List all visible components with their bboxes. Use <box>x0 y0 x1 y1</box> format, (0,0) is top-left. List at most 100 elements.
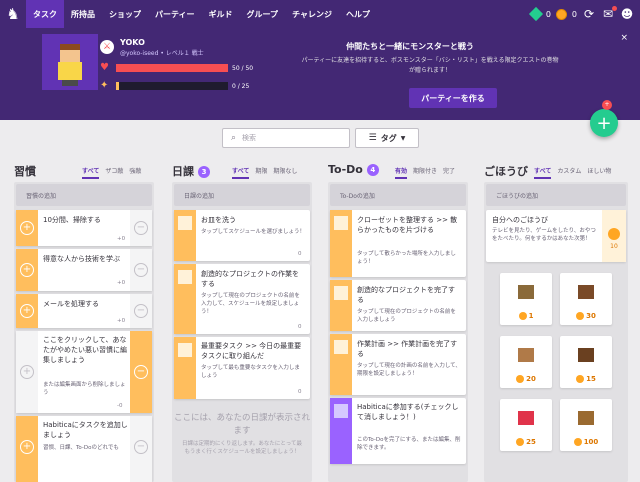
checkbox[interactable] <box>334 404 348 418</box>
create-party-button[interactable]: パーティーを作る <box>409 88 497 108</box>
add-reward-input[interactable]: ごほうびの追加 <box>486 184 626 206</box>
todo-card[interactable]: クローゼットを整理する >> 散らかったものを片づける タップして散らかった場所… <box>330 210 466 277</box>
habit-minus-area[interactable]: − <box>130 294 152 328</box>
todo-checkbox-area[interactable] <box>330 334 352 395</box>
nav-challenges[interactable]: チャレンジ <box>285 0 339 28</box>
minus-icon[interactable]: − <box>134 221 148 235</box>
gem-icon[interactable] <box>528 6 543 22</box>
habit-minus-area[interactable]: − <box>130 249 152 291</box>
add-todo-input[interactable]: To-Doの追加 <box>330 184 466 206</box>
habit-plus-area[interactable]: + <box>16 294 38 328</box>
plus-icon[interactable]: + <box>20 263 34 277</box>
tab-habits-strong[interactable]: 強敵 <box>129 166 141 179</box>
tab-rewards-wishlist[interactable]: ほしい物 <box>587 166 611 179</box>
tab-todos-done[interactable]: 完了 <box>443 166 455 179</box>
plus-icon[interactable]: + <box>20 365 34 379</box>
nav-guilds[interactable]: ギルド <box>202 0 240 28</box>
gold-icon <box>555 8 567 20</box>
habit-minus-area[interactable]: − <box>130 331 152 413</box>
checkbox[interactable] <box>178 216 192 230</box>
habit-card[interactable]: + − 10分間、掃除する +0 <box>16 210 152 246</box>
daily-checkbox-area[interactable] <box>174 264 196 334</box>
checkbox[interactable] <box>334 340 348 354</box>
close-banner-icon[interactable]: × <box>620 33 628 43</box>
plus-icon[interactable]: + <box>20 440 34 454</box>
treasure-chest-icon <box>578 411 594 425</box>
todo-checkbox-area[interactable] <box>330 280 352 331</box>
habit-minus-area[interactable]: − <box>130 416 152 482</box>
daily-card[interactable]: お皿を洗う タップしてスケジュールを選びましょう！ 0 <box>174 210 310 261</box>
minus-icon[interactable]: − <box>134 304 148 318</box>
checkbox[interactable] <box>334 286 348 300</box>
habitica-logo[interactable]: ♞ <box>0 0 26 28</box>
checkbox[interactable] <box>178 270 192 284</box>
gold-icon <box>573 438 582 446</box>
reward-item-potion-cookie[interactable]: 20 <box>500 336 552 388</box>
nav-party[interactable]: パーティー <box>148 0 202 28</box>
minus-icon[interactable]: − <box>134 263 148 277</box>
nav-groups[interactable]: グループ <box>240 0 286 28</box>
reward-buy-area[interactable]: 10 <box>602 210 626 262</box>
tab-habits-all[interactable]: すべて <box>82 166 100 179</box>
habit-plus-area[interactable]: + <box>16 210 38 246</box>
search-input[interactable]: ⌕ 検索 <box>222 128 350 148</box>
plus-icon[interactable]: + <box>20 304 34 318</box>
daily-checkbox-area[interactable] <box>174 337 196 399</box>
nav-inventory[interactable]: 所持品 <box>64 0 102 28</box>
heart-icon: ♥ <box>100 62 109 73</box>
tab-dailies-notdue[interactable]: 期限なし <box>273 166 297 179</box>
habit-minus-area[interactable]: − <box>130 210 152 246</box>
habit-plus-area[interactable]: + <box>16 249 38 291</box>
add-daily-input[interactable]: 日課の追加 <box>174 184 310 206</box>
tab-dailies-due[interactable]: 期限 <box>255 166 267 179</box>
reward-item-leather-armor[interactable]: 30 <box>560 273 612 325</box>
nav-shops[interactable]: ショップ <box>102 0 148 28</box>
sync-icon[interactable]: ⟳ <box>582 7 596 21</box>
daily-checkbox-area[interactable] <box>174 210 196 261</box>
habit-card[interactable]: + − Habiticaにタスクを追加しましょう 習慣、日課、To-Doのどれで… <box>16 416 152 482</box>
habit-card[interactable]: + − 得意な人から技術を学ぶ +0 <box>16 249 152 291</box>
todo-card[interactable]: Habiticaに参加する(チェックして消しましょう！) このTo-Doを完了に… <box>330 398 466 464</box>
create-task-button[interactable]: + <box>590 109 618 137</box>
tab-todos-dated[interactable]: 期限付き <box>413 166 437 179</box>
reward-item-leather-helm[interactable]: 15 <box>560 336 612 388</box>
user-menu-icon[interactable]: ☻ <box>620 7 634 21</box>
checkbox[interactable] <box>334 216 348 230</box>
nav-tasks[interactable]: タスク <box>26 0 64 28</box>
daily-card[interactable]: 最重要タスク >> 今日の最重要タスクに取り組んだ タップして最も重要なタスクを… <box>174 337 310 399</box>
avatar[interactable] <box>42 34 98 90</box>
todo-checkbox-area[interactable] <box>330 210 352 277</box>
nav-help[interactable]: ヘルプ <box>339 0 377 28</box>
plus-icon[interactable]: + <box>20 221 34 235</box>
daily-streak: 0 <box>298 324 302 330</box>
todo-card[interactable]: 作業計画 >> 作業計画を完了する タップして現在の計画の名前を入力して、期限を… <box>330 334 466 395</box>
gold-count: 0 <box>571 9 577 19</box>
minus-icon[interactable]: − <box>134 440 148 454</box>
minus-icon[interactable]: − <box>134 365 148 379</box>
tab-rewards-all[interactable]: すべて <box>534 166 552 179</box>
notifications-icon[interactable]: ✉ <box>601 6 617 21</box>
tab-todos-active[interactable]: 有効 <box>395 166 408 179</box>
warrior-class-icon: ⚔ <box>100 40 114 54</box>
todo-card[interactable]: 創造的なプロジェクトを完了する タップして現在のプロジェクトの名前を入力しましょ… <box>330 280 466 331</box>
tag-filter-button[interactable]: ☰ タグ ▼ <box>355 128 419 148</box>
habit-card[interactable]: + − ここをクリックして、あなたがやめたい悪い習慣に編集しましょう または編集… <box>16 331 152 413</box>
tab-habits-weak[interactable]: ザコ敵 <box>105 166 123 179</box>
habit-title: 10分間、掃除する <box>43 216 101 224</box>
habit-plus-area[interactable]: + <box>16 416 38 482</box>
habit-card[interactable]: + − メールを処理する +0 <box>16 294 152 328</box>
reward-custom-card[interactable]: 自分へのごほうび テレビを見たり、ゲームをしたり、おやつをたべたり。何をするかは… <box>486 210 626 262</box>
reward-item-training-sword[interactable]: 1 <box>500 273 552 325</box>
todo-checkbox-area[interactable] <box>330 398 352 464</box>
reward-item-treasure-chest[interactable]: 100 <box>560 399 612 451</box>
avatar-head <box>60 44 80 62</box>
reward-price: 10 <box>610 243 618 250</box>
reward-price: 100 <box>560 438 612 446</box>
habit-plus-area[interactable]: + <box>16 331 38 413</box>
reward-item-health-potion[interactable]: 25 <box>500 399 552 451</box>
add-habit-input[interactable]: 習慣の追加 <box>16 184 152 206</box>
checkbox[interactable] <box>178 343 192 357</box>
daily-card[interactable]: 創造的なプロジェクトの作業をする タップして現在のプロジェクトの名前を入力して、… <box>174 264 310 334</box>
tab-rewards-custom[interactable]: カスタム <box>557 166 581 179</box>
tab-dailies-all[interactable]: すべて <box>232 166 250 179</box>
